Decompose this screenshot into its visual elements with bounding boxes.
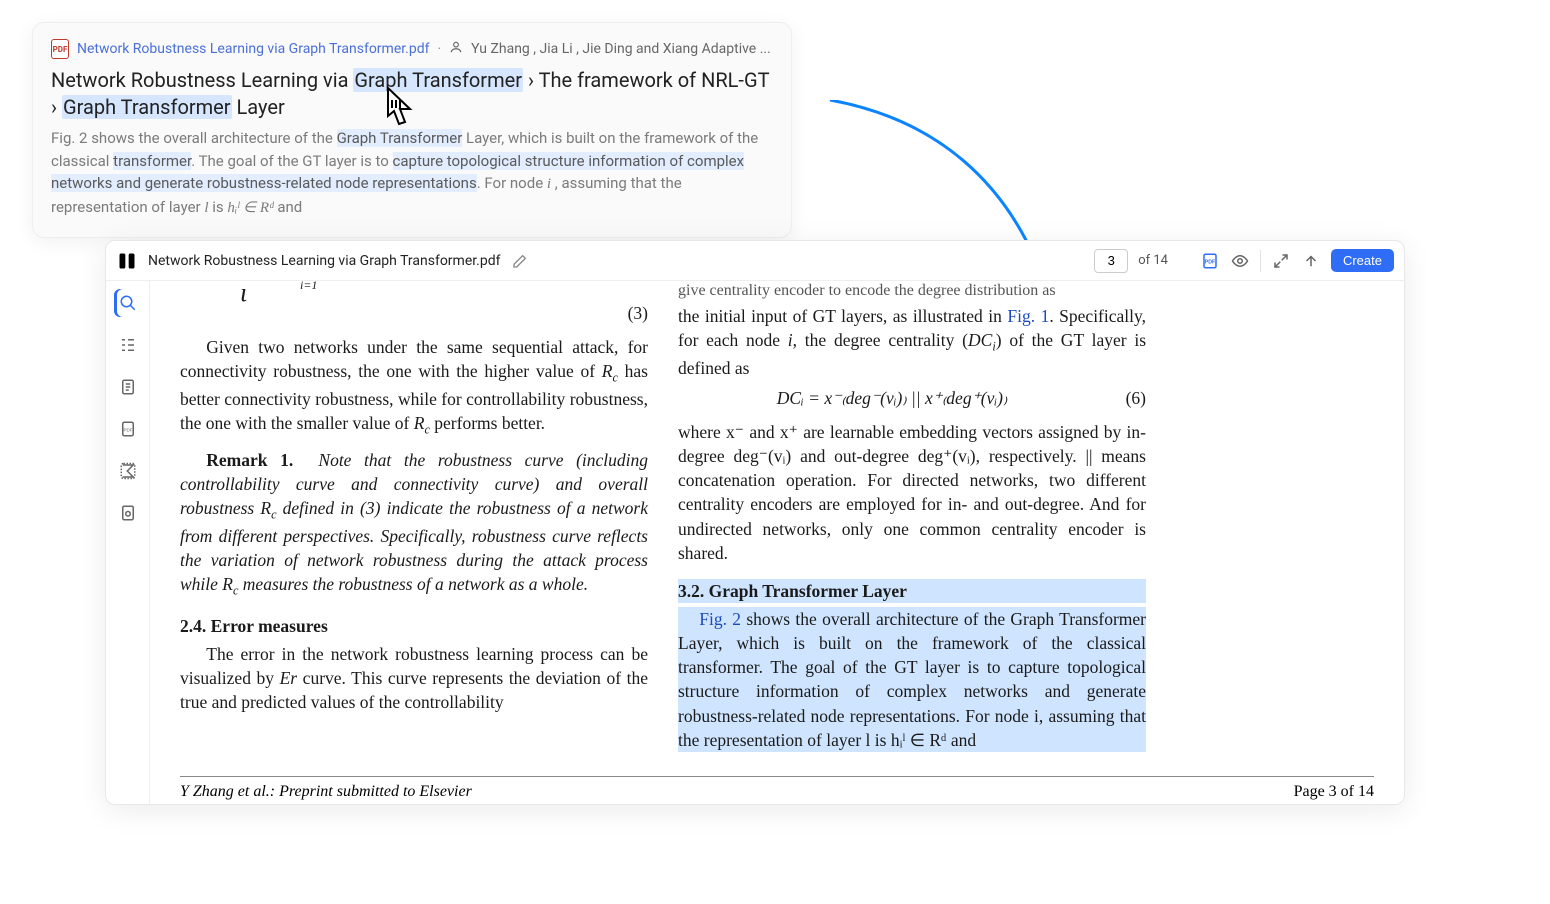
pdf-download-icon[interactable]: PDF <box>1200 251 1220 271</box>
viewer-sidebar: PDF <box>106 281 150 804</box>
paragraph: the initial input of GT layers, as illus… <box>678 304 1146 380</box>
person-icon <box>449 40 463 58</box>
footer-left: Y Zhang et al.: Preprint submitted to El… <box>180 783 472 801</box>
cut-off-line: give centrality encoder to encode the de… <box>678 281 1146 300</box>
page-total: of 14 <box>1138 253 1168 268</box>
paragraph: Given two networks under the same sequen… <box>180 335 648 438</box>
create-button[interactable]: Create <box>1331 249 1394 272</box>
settings-file-icon[interactable] <box>114 499 142 527</box>
viewer-filename: Network Robustness Learning via Graph Tr… <box>148 253 500 269</box>
snip-text: and <box>274 198 303 216</box>
left-column: ι i=1 (3) Given two networks under the s… <box>180 281 648 756</box>
page-footer: Y Zhang et al.: Preprint submitted to El… <box>180 776 1374 801</box>
card-filename: Network Robustness Learning via Graph Tr… <box>77 41 429 57</box>
document-icon[interactable] <box>114 373 142 401</box>
paragraph: where x⁻ and x⁺ are learnable embedding … <box>678 420 1146 565</box>
path-sep: › <box>523 68 539 92</box>
paragraph: The error in the network robustness lear… <box>180 642 648 714</box>
snip-highlight: transformer <box>113 152 191 170</box>
page-area[interactable]: ι i=1 (3) Given two networks under the s… <box>150 281 1404 804</box>
card-authors: Yu Zhang , Jia Li , Jie Ding and Xiang A… <box>471 41 771 57</box>
path-text: Network Robustness Learning via <box>51 68 353 92</box>
figure-link[interactable]: Fig. 1 <box>1007 306 1049 326</box>
svg-text:PDF: PDF <box>123 427 132 432</box>
card-meta: PDF Network Robustness Learning via Grap… <box>51 39 773 59</box>
viewer-body: PDF ι i=1 (3) <box>106 281 1404 804</box>
snip-text: . The goal of the GT layer is to <box>191 152 392 170</box>
upload-icon[interactable] <box>1301 251 1321 271</box>
path-text: Layer <box>232 95 285 119</box>
edit-icon[interactable] <box>510 251 530 271</box>
path-sep: › <box>51 95 62 119</box>
sigma-icon[interactable] <box>114 457 142 485</box>
snip-highlight: Graph Transformer <box>337 129 463 147</box>
toolbar-divider <box>1260 250 1261 272</box>
svg-text:PDF: PDF <box>1205 259 1216 265</box>
path-highlight: Graph Transformer <box>353 68 523 92</box>
search-icon[interactable] <box>114 289 142 317</box>
path-highlight: Graph Transformer <box>62 95 232 119</box>
figure-link[interactable]: Fig. 2 <box>699 609 741 629</box>
remark-paragraph: Remark 1. Note that the robustness curve… <box>180 448 648 599</box>
app-logo[interactable] <box>116 250 138 272</box>
paper-page: ι i=1 (3) Given two networks under the s… <box>180 281 1374 756</box>
eq-number: (6) <box>1106 386 1146 410</box>
card-snippet: Fig. 2 shows the overall architecture of… <box>51 127 773 219</box>
outline-icon[interactable] <box>114 331 142 359</box>
equation-3: (3) <box>180 301 648 325</box>
equation-6: DCᵢ = x⁻₍deg⁻(vᵢ)₎ || x⁺₍deg⁺(vᵢ)₎ (6) <box>678 386 1146 410</box>
viewer-toolbar: Network Robustness Learning via Graph Tr… <box>106 241 1404 281</box>
eye-icon[interactable] <box>1230 251 1250 271</box>
section-2-4-title: 2.4. Error measures <box>180 614 648 638</box>
section-3-2-title: 3.2. Graph Transformer Layer <box>678 579 1146 603</box>
path-text: The framework of NRL-GT <box>539 68 770 92</box>
snip-text: is <box>209 198 228 216</box>
right-column: give centrality encoder to encode the de… <box>678 281 1146 756</box>
eq-number: (3) <box>608 301 648 325</box>
pdf-sidebar-icon[interactable]: PDF <box>114 415 142 443</box>
card-breadcrumb: Network Robustness Learning via Graph Tr… <box>51 67 773 121</box>
expand-icon[interactable] <box>1271 251 1291 271</box>
page-number-input[interactable] <box>1094 249 1128 273</box>
footer-right: Page 3 of 14 <box>1294 783 1374 801</box>
snip-math: hᵢˡ ∈ Rᵈ <box>227 200 273 216</box>
search-result-card[interactable]: PDF Network Robustness Learning via Grap… <box>32 22 792 238</box>
dot-separator: · <box>437 41 441 57</box>
pdf-viewer: Network Robustness Learning via Graph Tr… <box>105 240 1405 805</box>
snip-text: Fig. 2 shows the overall architecture of… <box>51 129 337 147</box>
pdf-icon: PDF <box>51 39 69 59</box>
snip-text: . For node <box>477 174 547 192</box>
highlighted-paragraph: Fig. 2 shows the overall architecture of… <box>678 607 1146 752</box>
